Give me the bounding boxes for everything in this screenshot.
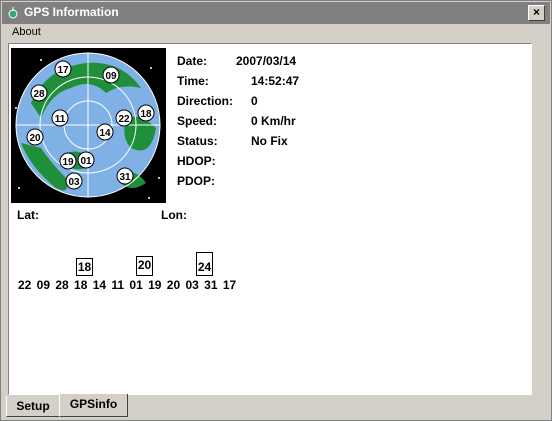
sat-17: 17 — [57, 65, 69, 76]
title-bar[interactable]: GPS Information × — [2, 2, 550, 24]
sat-31: 31 — [119, 172, 131, 183]
status-label: Status: — [177, 134, 218, 148]
sat-09: 09 — [105, 71, 117, 82]
satellite-skyplot: 17 09 28 11 18 22 20 14 19 01 03 31 — [11, 48, 166, 203]
gps-information-window: GPS Information × About 17 09 28 11 18 2… — [0, 0, 552, 421]
sat-22: 22 — [118, 114, 130, 125]
lat-label: Lat: — [17, 208, 39, 222]
close-icon: × — [532, 5, 540, 19]
gps-info-panel: 17 09 28 11 18 22 20 14 19 01 03 31 Date… — [8, 43, 532, 395]
menu-bar: About — [2, 24, 550, 42]
sat-18: 18 — [140, 109, 152, 120]
hdop-label: HDOP: — [177, 154, 216, 168]
direction-label: Direction: — [177, 94, 234, 108]
menu-about[interactable]: About — [12, 26, 41, 38]
snr-bar-20: 20 — [136, 256, 153, 276]
tab-gpsinfo[interactable]: GPSinfo — [59, 394, 128, 417]
date-value: 2007/03/14 — [236, 54, 297, 68]
tab-setup[interactable]: Setup — [6, 396, 60, 417]
close-button[interactable]: × — [528, 5, 545, 21]
satellite-id-list: 22 09 28 18 14 11 01 19 20 03 31 17 — [18, 278, 237, 292]
status-value: No Fix — [251, 134, 288, 148]
sat-11: 11 — [55, 114, 66, 125]
speed-value: 0 Km/hr — [251, 114, 296, 128]
sat-03: 03 — [68, 177, 80, 188]
snr-bar-24: 24 — [196, 252, 213, 276]
tab-strip: Setup GPSinfo — [1, 394, 551, 420]
skyplot-globe: 17 09 28 11 18 22 20 14 19 01 03 31 — [15, 52, 161, 199]
snr-bar-18: 18 — [76, 258, 93, 276]
sat-01: 01 — [80, 156, 92, 167]
sat-28: 28 — [33, 89, 45, 100]
sat-19: 19 — [62, 157, 74, 168]
date-label: Date: — [177, 54, 208, 68]
lon-label: Lon: — [161, 208, 187, 222]
sat-14: 14 — [99, 128, 111, 139]
direction-value: 0 — [251, 94, 258, 108]
time-value: 14:52:47 — [251, 74, 300, 88]
window-title: GPS Information — [24, 5, 119, 19]
app-icon — [8, 7, 18, 19]
pdop-label: PDOP: — [177, 174, 216, 188]
sat-20: 20 — [29, 133, 41, 144]
time-label: Time: — [177, 74, 209, 88]
speed-label: Speed: — [177, 114, 218, 128]
